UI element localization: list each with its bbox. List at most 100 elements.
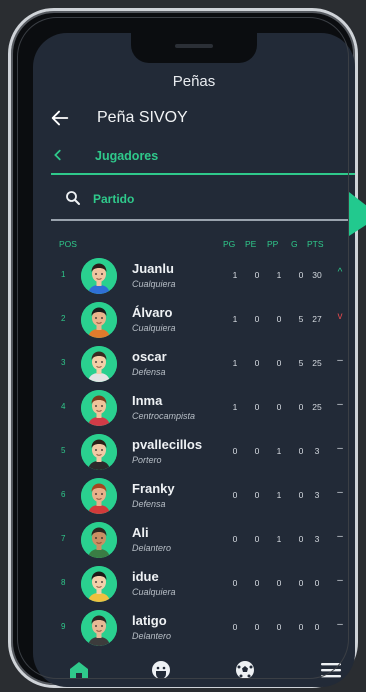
- stat-pts: 3: [314, 490, 320, 500]
- stat-pp: 0: [276, 358, 282, 368]
- player-position: 9: [61, 622, 66, 631]
- player-row[interactable]: 4 Inma Centrocampista 1 0 0 0 25 –: [33, 383, 355, 427]
- stat-pe: 0: [254, 578, 260, 588]
- trend-down-icon: v: [337, 311, 343, 322]
- player-row[interactable]: 3 oscar Defensa 1 0 0 5 25 –: [33, 339, 355, 383]
- player-name: Inma: [132, 393, 163, 408]
- trend-same-icon: –: [337, 531, 343, 542]
- player-row[interactable]: 7 Ali Delantero 0 0 1 0 3–: [33, 515, 355, 559]
- player-position: 8: [61, 578, 66, 587]
- avatar: [81, 566, 117, 602]
- trend-same-icon: –: [337, 443, 343, 454]
- col-header-pts: PTS: [307, 239, 324, 249]
- player-role: Delantero: [132, 543, 172, 553]
- stat-pe: 0: [254, 358, 260, 368]
- stat-g: 0: [298, 622, 304, 632]
- stat-pts: 0: [314, 578, 320, 588]
- avatar: [81, 434, 117, 470]
- app-title: Peñas: [172, 73, 216, 90]
- player-role: Cualquiera: [132, 323, 176, 333]
- avatar: [81, 302, 117, 338]
- stat-pg: 0: [232, 534, 238, 544]
- stat-pp: 0: [276, 622, 282, 632]
- stat-pts: 3: [314, 534, 320, 544]
- stat-g: 0: [298, 446, 304, 456]
- stat-pe: 0: [254, 402, 260, 412]
- avatar: [81, 390, 117, 426]
- player-icon[interactable]: [149, 659, 173, 681]
- stat-pg: 0: [232, 622, 238, 632]
- avatar: [81, 258, 117, 294]
- player-position: 5: [61, 446, 66, 455]
- section-tab-jugadores[interactable]: Jugadores: [51, 145, 355, 175]
- stat-pg: 1: [232, 358, 238, 368]
- search-input[interactable]: [93, 189, 343, 209]
- col-header-g: G: [291, 239, 298, 249]
- trend-up-icon: ^: [337, 267, 343, 278]
- player-row[interactable]: 9 latigo Delantero 0 0 0 0 0–: [33, 603, 355, 647]
- player-position: 3: [61, 358, 66, 367]
- side-drawer-handle[interactable]: [349, 192, 366, 236]
- avatar: [81, 346, 117, 382]
- stat-g: 5: [298, 358, 304, 368]
- stat-pp: 0: [276, 402, 282, 412]
- trend-same-icon: –: [337, 619, 343, 630]
- stat-g: 0: [298, 270, 304, 280]
- stat-pe: 0: [254, 270, 260, 280]
- player-role: Cualquiera: [132, 587, 176, 597]
- player-position: 4: [61, 402, 66, 411]
- arrow-left-icon[interactable]: [49, 107, 71, 129]
- stat-pp: 0: [276, 314, 282, 324]
- col-header-pp: PP: [267, 239, 279, 249]
- section-label: Jugadores: [95, 149, 159, 163]
- stat-pe: 0: [254, 314, 260, 324]
- stat-pg: 1: [232, 402, 238, 412]
- stat-pg: 1: [232, 270, 238, 280]
- player-position: 1: [61, 270, 66, 279]
- player-name: oscar: [132, 349, 167, 364]
- player-name: pvallecillos: [132, 437, 203, 452]
- football-icon[interactable]: [233, 659, 257, 681]
- stat-pts: 25: [312, 402, 322, 412]
- stat-pp: 0: [276, 578, 282, 588]
- stat-g: 0: [298, 490, 304, 500]
- col-header-pg: PG: [223, 239, 236, 249]
- player-row[interactable]: 8 idue Cualquiera 0 0 0 0 0–: [33, 559, 355, 603]
- col-header-pos: POS: [59, 239, 77, 249]
- phone-notch: [131, 33, 257, 63]
- avatar: [81, 522, 117, 558]
- player-name: Franky: [132, 481, 175, 496]
- stat-pg: 0: [232, 446, 238, 456]
- stat-pts: 27: [312, 314, 322, 324]
- player-role: Portero: [132, 455, 162, 465]
- trend-same-icon: –: [337, 355, 343, 366]
- stat-g: 5: [298, 314, 304, 324]
- player-row[interactable]: 1 Juanlu Cualquiera 1 0 1 0 30 ^: [33, 251, 355, 295]
- home-icon[interactable]: [67, 659, 91, 681]
- bottom-nav: [33, 653, 355, 687]
- stat-g: 0: [298, 534, 304, 544]
- player-role: Delantero: [132, 631, 172, 641]
- stat-pe: 0: [254, 622, 260, 632]
- player-role: Cualquiera: [132, 279, 176, 289]
- stat-pts: 3: [314, 446, 320, 456]
- player-position: 7: [61, 534, 66, 543]
- stat-pts: 25: [312, 358, 322, 368]
- stat-g: 0: [298, 578, 304, 588]
- player-row[interactable]: 6 Franky Defensa 0 0 1 0 3–: [33, 471, 355, 515]
- stat-pp: 1: [276, 270, 282, 280]
- chevron-left-icon[interactable]: [51, 146, 65, 164]
- stat-pe: 0: [254, 446, 260, 456]
- stat-pp: 1: [276, 490, 282, 500]
- stat-pts: 0: [314, 622, 320, 632]
- stat-pp: 1: [276, 534, 282, 544]
- trend-same-icon: –: [337, 487, 343, 498]
- phone-frame: Peñas Peña SIVOY Jugadores POS PG PE PP …: [8, 8, 358, 688]
- stat-g: 0: [298, 402, 304, 412]
- player-row[interactable]: 5 pvallecillos Portero 0 0 1 0 3–: [33, 427, 355, 471]
- player-row[interactable]: 2 Álvaro Cualquiera 1 0 0 5 27 v: [33, 295, 355, 339]
- col-header-pe: PE: [245, 239, 257, 249]
- player-name: Juanlu: [132, 261, 174, 276]
- menu-icon[interactable]: [319, 659, 343, 681]
- player-name: latigo: [132, 613, 167, 628]
